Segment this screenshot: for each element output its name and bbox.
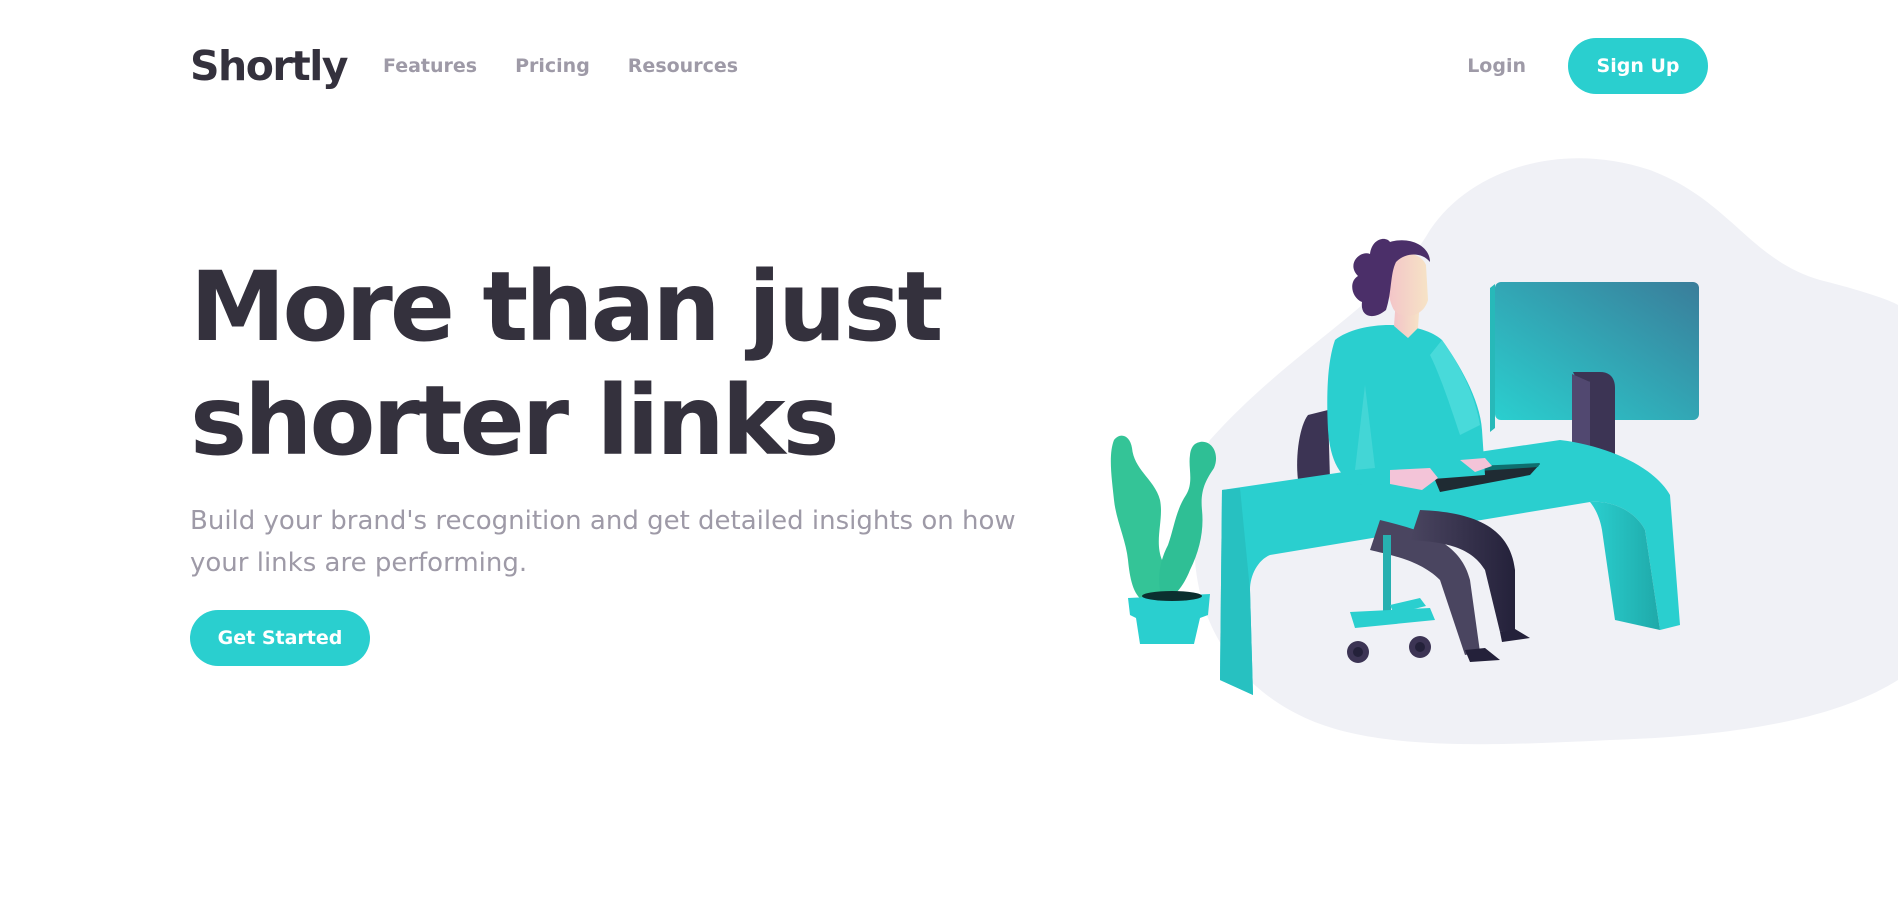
nav-link-resources[interactable]: Resources [628, 55, 738, 77]
account-actions: Login Sign Up [1467, 38, 1708, 94]
hero-title: More than just shorter links [190, 250, 1050, 478]
brand-logo[interactable]: Shortly [190, 45, 348, 87]
plant-graphic [1110, 435, 1217, 644]
hero-section: More than just shorter links Build your … [190, 250, 1050, 666]
login-link[interactable]: Login [1467, 55, 1526, 77]
landing-page: Shortly Features Pricing Resources Login… [0, 0, 1898, 907]
hero-subtitle: Build your brand's recognition and get d… [190, 506, 1016, 578]
primary-nav: Features Pricing Resources [383, 55, 738, 77]
nav-link-pricing[interactable]: Pricing [515, 55, 590, 77]
nav-link-features[interactable]: Features [383, 55, 477, 77]
hero-title-line-1: More than just [190, 251, 943, 363]
person-working-at-desk-illustration [1110, 158, 1898, 745]
hero-title-line-2: shorter links [190, 365, 840, 477]
site-header: Shortly Features Pricing Resources Login… [190, 38, 1708, 94]
get-started-button[interactable]: Get Started [190, 610, 370, 666]
sign-up-button[interactable]: Sign Up [1568, 38, 1708, 94]
